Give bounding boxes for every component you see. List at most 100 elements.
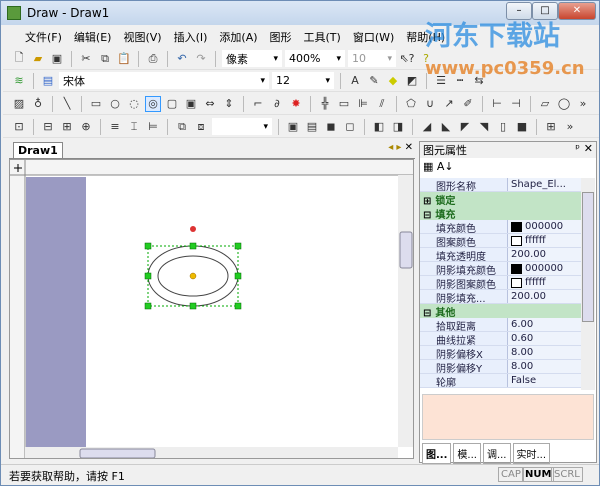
gradient-icon[interactable]: ◩ <box>404 73 420 89</box>
picture-icon[interactable]: ▨ <box>11 96 27 112</box>
property-row[interactable]: 填充透明度 200.00 <box>420 248 582 263</box>
save-icon[interactable]: ▣ <box>49 51 65 67</box>
shadow4-icon[interactable]: ◥ <box>476 119 492 135</box>
arrange-select[interactable] <box>212 118 272 135</box>
ungroup-icon[interactable]: ⧈ <box>193 119 209 135</box>
property-group[interactable]: ⊟ 填充 <box>420 206 582 221</box>
freehand-icon[interactable]: ✐ <box>460 96 476 112</box>
same-width-icon[interactable]: ⊟ <box>40 119 56 135</box>
property-row[interactable]: 阴影偏移Y 8.00 <box>420 360 582 375</box>
pin-icon[interactable]: ᵖ <box>575 142 580 155</box>
panel-close-icon[interactable]: ✕ <box>584 142 593 155</box>
property-scrollbar[interactable] <box>581 178 595 390</box>
close-button[interactable]: ✕ <box>558 2 596 20</box>
style-icon[interactable]: ▤ <box>40 73 56 89</box>
font-size-select[interactable]: 12 <box>272 72 334 89</box>
property-value[interactable]: 0.60 <box>508 332 582 345</box>
button-icon[interactable]: ▭ <box>336 96 352 112</box>
more-icon[interactable]: » <box>562 119 578 135</box>
text-color-icon[interactable]: A <box>347 73 363 89</box>
paste-icon[interactable]: 📋 <box>116 51 132 67</box>
callout-round-icon[interactable]: ◯ <box>556 96 572 112</box>
property-value[interactable]: 200.00 <box>508 290 582 303</box>
property-row[interactable]: 阴影图案颜色 ffffff <box>420 276 582 291</box>
menu-item[interactable]: 图形 <box>264 26 298 46</box>
distribute-icon[interactable]: ≡ <box>107 119 123 135</box>
menu-item[interactable]: 编辑(E) <box>68 26 118 46</box>
undo-icon[interactable]: ↶ <box>174 51 190 67</box>
line-icon[interactable]: ╲ <box>59 96 75 112</box>
zoom-select[interactable]: 400% <box>285 50 345 67</box>
snap-grid-icon[interactable]: ⊞ <box>543 119 559 135</box>
connector-icon[interactable]: ⌐ <box>250 96 266 112</box>
align-icon[interactable]: ⊡ <box>11 119 27 135</box>
curve-connector-icon[interactable]: ∂ <box>269 96 285 112</box>
center-vertical-icon[interactable]: ⌶ <box>126 119 142 135</box>
flip-icon[interactable]: ◨ <box>390 119 406 135</box>
redo-icon[interactable]: ↷ <box>193 51 209 67</box>
layers-icon[interactable]: ≋ <box>11 73 27 89</box>
arc-icon[interactable]: ◌ <box>126 96 142 112</box>
rounded-rect-icon[interactable]: ▢ <box>164 96 180 112</box>
property-group[interactable]: ⊞ 锁定 <box>420 192 582 207</box>
shadow2-icon[interactable]: ◣ <box>438 119 454 135</box>
same-size-icon[interactable]: ⊕ <box>78 119 94 135</box>
panel-tab[interactable]: 图... <box>422 443 452 464</box>
property-row[interactable]: 轮廓 False <box>420 374 582 389</box>
center-horizontal-icon[interactable]: ⊨ <box>145 119 161 135</box>
property-value[interactable]: 000000 <box>508 262 582 275</box>
group-icon[interactable]: ⧉ <box>174 119 190 135</box>
property-row[interactable]: 曲线拉紧 0.60 <box>420 332 582 347</box>
panel-tab[interactable]: 模... <box>453 443 481 464</box>
property-row[interactable]: 填充颜色 000000 <box>420 220 582 235</box>
backward-icon[interactable]: ◻ <box>342 119 358 135</box>
menu-item[interactable]: 窗口(W) <box>347 26 400 46</box>
bring-front-icon[interactable]: ▣ <box>285 119 301 135</box>
menu-item[interactable]: 视图(V) <box>117 26 167 46</box>
property-row[interactable]: 阴影偏移X 8.00 <box>420 346 582 361</box>
ellipse-icon[interactable]: ◎ <box>145 95 161 112</box>
menu-item[interactable]: 添加(A) <box>213 26 263 46</box>
property-grid[interactable]: 图形名称 Shape_El... ⊞ 锁定 ⊟ 填充 填充颜色 000000 图案颜色 fffff… <box>420 178 582 389</box>
property-value[interactable]: False <box>508 374 582 387</box>
property-value[interactable]: ffffff <box>508 234 582 247</box>
dimension-icon[interactable]: ⊢ <box>489 96 505 112</box>
frame-icon[interactable]: ▣ <box>183 96 199 112</box>
property-value[interactable]: 6.00 <box>508 318 582 331</box>
property-group[interactable]: ⊟ 其他 <box>420 304 582 319</box>
new-icon[interactable]: 🗋 <box>11 51 27 67</box>
menu-item[interactable]: 工具(T) <box>298 26 347 46</box>
same-height-icon[interactable]: ⊞ <box>59 119 75 135</box>
menu-item[interactable]: 插入(I) <box>168 26 214 46</box>
unit-select[interactable]: 像素 <box>222 50 282 67</box>
dimension2-icon[interactable]: ⊣ <box>508 96 524 112</box>
font-select[interactable]: 宋体 <box>59 72 269 89</box>
drawing-canvas[interactable] <box>9 159 414 459</box>
callout-icon[interactable]: ▱ <box>537 96 553 112</box>
property-row[interactable]: 图形名称 Shape_El... <box>420 178 582 193</box>
send-back-icon[interactable]: ▤ <box>304 119 320 135</box>
property-value[interactable]: 8.00 <box>508 346 582 359</box>
more-icon[interactable]: » <box>575 96 591 112</box>
property-value[interactable]: 200.00 <box>508 248 582 261</box>
copy-icon[interactable]: ⧉ <box>97 51 113 67</box>
shadow-icon[interactable]: ◢ <box>419 119 435 135</box>
fill-color-icon[interactable]: ◆ <box>385 73 401 89</box>
rotate-icon[interactable]: ◧ <box>371 119 387 135</box>
shadow3-icon[interactable]: ◤ <box>457 119 473 135</box>
circle-icon[interactable]: ○ <box>107 96 123 112</box>
forward-icon[interactable]: ◼ <box>323 119 339 135</box>
property-value[interactable]: 000000 <box>508 220 582 233</box>
curve-icon[interactable]: ∪ <box>422 96 438 112</box>
lock-icon[interactable]: ▯ <box>495 119 511 135</box>
star-icon[interactable]: ✸ <box>288 96 304 112</box>
split-icon[interactable]: ╬ <box>317 96 333 112</box>
context-help-icon[interactable]: ⇖? <box>399 51 415 67</box>
panel-tab[interactable]: 实时... <box>512 443 551 464</box>
parallel-lines-icon[interactable]: ⫽ <box>374 96 390 112</box>
property-row[interactable]: 图案颜色 ffffff <box>420 234 582 249</box>
property-row[interactable]: 拾取距离 6.00 <box>420 318 582 333</box>
polygon-icon[interactable]: ⬠ <box>403 96 419 112</box>
ruler-icon[interactable]: ⊫ <box>355 96 371 112</box>
property-value[interactable]: Shape_El... <box>508 178 582 191</box>
